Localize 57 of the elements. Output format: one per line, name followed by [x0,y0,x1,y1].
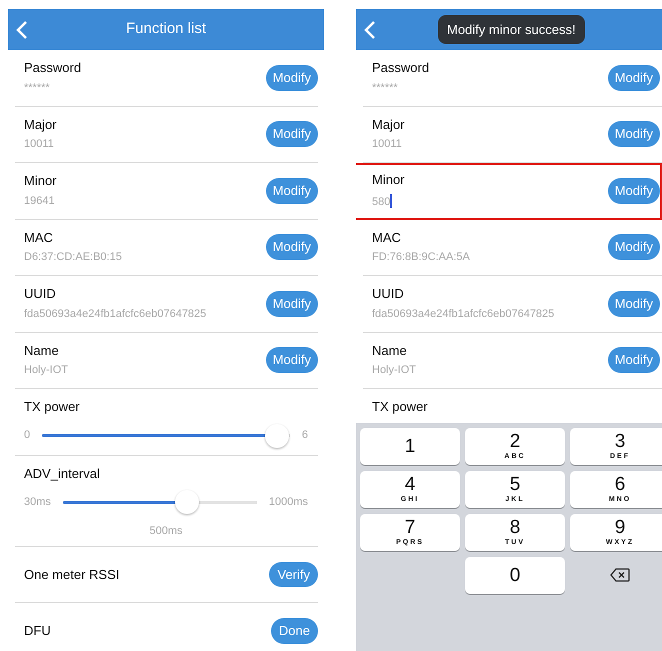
field-value: ****** [24,82,51,96]
field-value: D6:37:CD:AE:B0:15 [24,251,122,265]
field-value: 19641 [24,194,56,208]
field-value: Holy-IOT [372,364,416,378]
field-value: Holy-IOT [24,364,68,378]
slider-thumb[interactable] [265,424,290,448]
modify-button[interactable]: Modify [608,347,660,374]
modify-button[interactable]: Modify [608,290,660,317]
field-value: ****** [372,82,399,96]
field-label: Name [372,342,408,358]
modify-button[interactable]: Modify [608,234,660,260]
field-label: Minor [372,172,405,188]
field-value: fda50693a4e24fb1afcfc6eb07647825 [372,308,554,322]
field-value[interactable]: 580 [372,194,405,210]
slider-max: 1000ms [268,494,308,510]
section-label: TX power [372,399,429,415]
slider-value: 500ms [149,525,183,538]
action-label: One meter RSSI [24,566,120,582]
action-button[interactable]: Done [270,618,318,644]
slider-label: TX power [24,399,81,415]
modify-button[interactable]: Modify [266,178,318,204]
key[interactable]: 1 [360,428,460,465]
modify-button[interactable]: Modify [266,64,318,91]
modify-button[interactable]: Modify [266,347,318,374]
field-label: UUID [372,286,405,302]
field-value: 10011 [372,138,403,152]
field-label: Password [24,60,82,76]
backspace-icon[interactable] [610,568,630,582]
modify-button[interactable]: Modify [266,234,318,260]
action-label: DFU [24,623,51,639]
modify-button[interactable]: Modify [608,121,660,148]
field-value: fda50693a4e24fb1afcfc6eb07647825 [24,308,206,322]
field-label: Major [372,116,405,132]
action-button[interactable]: Verify [269,562,318,588]
slider-max: 6 [302,428,308,444]
modify-button[interactable]: Modify [608,64,660,91]
modify-button[interactable]: Modify [608,178,660,204]
slider-min: 0 [24,428,30,444]
field-value: FD:76:8B:9C:AA:5A [372,251,470,265]
slider-min: 30ms [24,494,51,510]
field-label: Name [24,342,60,358]
field-label: Minor [24,173,57,189]
back-icon[interactable] [16,20,28,40]
modify-button[interactable]: Modify [266,121,318,148]
key[interactable]: 0 [465,556,565,594]
field-label: UUID [24,286,57,302]
back-icon[interactable] [364,20,376,40]
field-label: Password [372,60,430,76]
screen-title: Function list [124,19,208,40]
toast-message: Modify minor success! [438,14,585,44]
modify-button[interactable]: Modify [266,290,318,317]
slider-label: ADV_interval [24,466,101,482]
field-label: Major [24,116,57,132]
field-label: MAC [372,230,402,246]
field-value: 10011 [24,138,55,152]
slider-thumb[interactable] [175,490,200,514]
field-label: MAC [24,230,54,246]
